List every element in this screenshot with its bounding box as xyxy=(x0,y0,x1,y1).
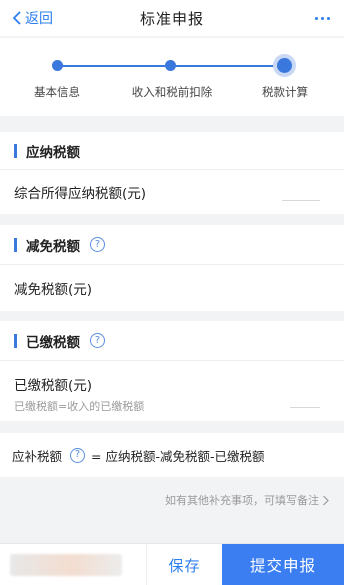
save-button[interactable]: 保存 xyxy=(146,544,222,585)
blurred-amount xyxy=(10,554,122,576)
question-circle-icon[interactable]: ? xyxy=(70,447,86,463)
nav-bar: 返回 标准申报 xyxy=(0,0,344,36)
chevron-left-icon xyxy=(12,11,21,25)
more-button[interactable] xyxy=(315,0,330,36)
back-label: 返回 xyxy=(25,11,53,27)
section-payable: 应纳税额 综合所得应纳税额(元) xyxy=(0,132,344,214)
bottom-action-bar: 保存 提交申报 xyxy=(0,543,344,585)
payable-label: 综合所得应纳税额(元) xyxy=(14,186,147,202)
section-header: 减免税额 ? xyxy=(0,225,344,265)
add-note-link[interactable]: 如有其他补充事项，可填写备注 xyxy=(165,492,330,508)
submit-declaration-button[interactable]: 提交申报 xyxy=(222,544,344,585)
chevron-right-icon xyxy=(323,495,329,505)
section-title-reduction: 减免税额 xyxy=(26,238,80,255)
due-tax-formula: 应补税额 ? = 应纳税额-减免税额-已缴税额 xyxy=(0,433,344,477)
paid-row[interactable]: 已缴税额(元) 已缴税额=收入的已缴税额 xyxy=(0,361,344,414)
formula-expression: = 应纳税额-减免税额-已缴税额 xyxy=(91,448,265,464)
step-dot-tax-calc xyxy=(277,58,292,73)
back-button[interactable]: 返回 xyxy=(12,0,53,36)
step-label-income: 收入和税前扣除 xyxy=(131,85,213,99)
step-label-basic-info: 基本信息 xyxy=(34,85,80,99)
paid-label: 已缴税额(元) xyxy=(14,378,93,394)
section-paid: 已缴税额 ? 已缴税额(元) 已缴税额=收入的已缴税额 xyxy=(0,321,344,421)
note-text: 如有其他补充事项，可填写备注 xyxy=(165,494,319,507)
question-circle-icon[interactable]: ? xyxy=(90,237,105,252)
section-accent-bar xyxy=(14,143,17,158)
page-title: 标准申报 xyxy=(139,9,204,28)
section-header: 已缴税额 ? xyxy=(0,321,344,361)
paid-hint: 已缴税额=收入的已缴税额 xyxy=(14,400,145,413)
paid-value-field[interactable] xyxy=(290,407,320,408)
section-accent-bar xyxy=(14,237,17,252)
section-reduction: 减免税额 ? 减免税额(元) xyxy=(0,225,344,311)
step-dot-income xyxy=(165,60,176,71)
more-dots-icon xyxy=(315,16,318,20)
reduction-row[interactable]: 减免税额(元) xyxy=(0,265,344,311)
section-header: 应纳税额 xyxy=(0,132,344,170)
reduction-label: 减免税额(元) xyxy=(14,282,93,298)
question-circle-icon[interactable]: ? xyxy=(90,333,105,348)
progress-stepper: 基本信息 收入和税前扣除 税款计算 xyxy=(0,38,344,116)
payable-value-field[interactable] xyxy=(282,200,320,201)
step-dot-basic-info xyxy=(52,60,63,71)
formula-label: 应补税额 xyxy=(12,448,63,464)
section-title-payable: 应纳税额 xyxy=(26,144,80,161)
section-accent-bar xyxy=(14,333,17,348)
payable-row[interactable]: 综合所得应纳税额(元) xyxy=(0,170,344,214)
section-title-paid: 已缴税额 xyxy=(26,334,80,351)
step-label-tax-calc: 税款计算 xyxy=(262,85,308,99)
